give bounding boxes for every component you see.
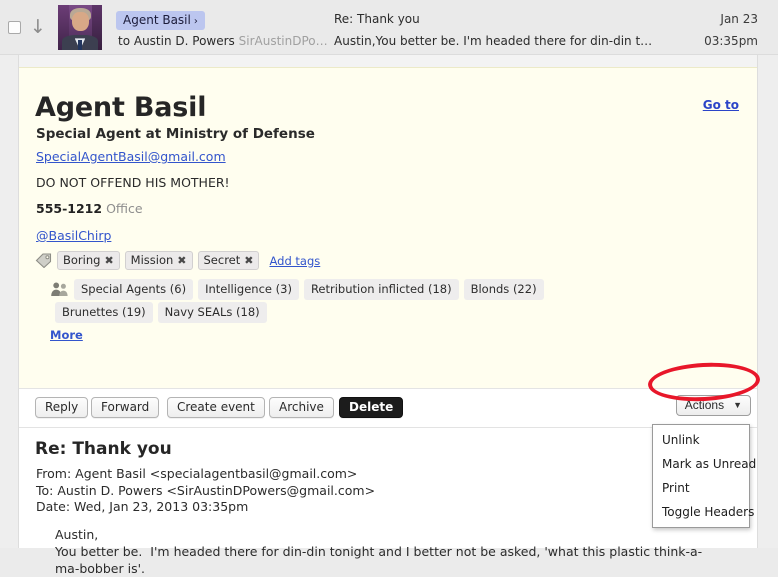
- add-tags-link[interactable]: Add tags: [269, 254, 320, 268]
- group-chip[interactable]: Special Agents (6): [74, 279, 194, 300]
- group-chip[interactable]: Retribution inflicted (18): [303, 279, 459, 300]
- group-chip[interactable]: Brunettes (19): [55, 302, 153, 323]
- row-date: Jan 23: [720, 12, 758, 26]
- chevron-right-icon: ›: [193, 16, 198, 27]
- phone-label: Office: [106, 201, 143, 216]
- row-checkbox[interactable]: [8, 21, 21, 34]
- message-body: Austin, You better be. I'm headed there …: [55, 527, 703, 576]
- tag-label: Boring: [63, 253, 101, 267]
- reply-button[interactable]: Reply: [35, 397, 89, 418]
- archive-button[interactable]: Archive: [269, 397, 334, 418]
- remove-tag-icon[interactable]: ✖: [104, 254, 113, 267]
- message-subject: Re: Thank you: [35, 439, 172, 459]
- message-headers: From: Agent Basil <specialagentbasil@gma…: [36, 466, 375, 516]
- sender-name: Agent Basil: [123, 13, 191, 27]
- message-to: To: Austin D. Powers <SirAustinDPowers@g…: [36, 482, 376, 498]
- tag-label: Mission: [130, 253, 174, 267]
- row-snippet[interactable]: Austin,You better be. I'm headed there f…: [334, 34, 652, 48]
- menu-item-mark-as-unread[interactable]: Mark as Unread: [653, 452, 756, 476]
- tag-row: Boring ✖ Mission ✖ Secret ✖ Add tags: [35, 251, 320, 270]
- contact-name: Agent Basil: [35, 92, 207, 123]
- more-link[interactable]: More: [50, 328, 83, 342]
- tag-chip[interactable]: Boring ✖: [57, 251, 120, 270]
- remove-tag-icon[interactable]: ✖: [177, 254, 186, 267]
- down-arrow-icon[interactable]: ↓: [30, 14, 46, 40]
- tag-icon: [35, 253, 52, 268]
- actions-label: Actions: [684, 398, 725, 412]
- group-row: Brunettes (19) Navy SEALs (18): [55, 302, 267, 323]
- menu-item-print[interactable]: Print: [653, 476, 749, 500]
- right-gutter: [758, 55, 778, 548]
- menu-item-toggle-headers[interactable]: Toggle Headers: [653, 500, 754, 524]
- message-from: From: Agent Basil <specialagentbasil@gma…: [36, 466, 358, 481]
- contact-title: Special Agent at Ministry of Defense: [36, 126, 315, 142]
- actions-dropdown-menu[interactable]: Unlink Mark as Unread Print Toggle Heade…: [652, 424, 756, 528]
- phone-number: 555-1212: [36, 201, 103, 216]
- group-row: Special Agents (6) Intelligence (3) Retr…: [74, 279, 544, 300]
- tag-label: Secret: [203, 253, 241, 267]
- recipient-address: SirAustinDPo…: [238, 34, 328, 48]
- contact-email-link[interactable]: SpecialAgentBasil@gmail.com: [36, 149, 226, 164]
- top-spacer: [19, 55, 757, 67]
- chevron-down-icon: ▼: [733, 400, 742, 410]
- tag-chip[interactable]: Mission ✖: [124, 251, 193, 270]
- forward-button[interactable]: Forward: [91, 397, 160, 418]
- action-toolbar: Reply Forward Create event Archive Delet…: [19, 389, 757, 428]
- group-chip[interactable]: Intelligence (3): [198, 279, 299, 300]
- group-icon: [50, 281, 70, 297]
- remove-tag-icon[interactable]: ✖: [244, 254, 253, 267]
- avatar: [58, 5, 102, 50]
- recipient-label: to Austin D. Powers: [118, 34, 235, 48]
- go-to-link[interactable]: Go to: [703, 98, 739, 112]
- tag-chip[interactable]: Secret ✖: [197, 251, 260, 270]
- group-chip[interactable]: Blonds (22): [463, 279, 544, 300]
- menu-item-unlink[interactable]: Unlink: [653, 428, 749, 452]
- left-gutter: [0, 55, 18, 548]
- row-time: 03:35pm: [704, 34, 758, 48]
- sender-pill[interactable]: Agent Basil ›: [116, 11, 205, 30]
- message-date: Date: Wed, Jan 23, 2013 03:35pm: [36, 499, 249, 514]
- row-subject[interactable]: Re: Thank you: [334, 12, 420, 26]
- contact-card: Go to Agent Basil Special Agent at Minis…: [19, 67, 757, 389]
- contact-note: DO NOT OFFEND HIS MOTHER!: [36, 175, 230, 190]
- delete-button[interactable]: Delete: [339, 397, 404, 418]
- page-body: Go to Agent Basil Special Agent at Minis…: [18, 55, 758, 576]
- create-event-button[interactable]: Create event: [167, 397, 265, 418]
- actions-button[interactable]: Actions ▼: [675, 395, 751, 416]
- message-list-row[interactable]: ↓ Agent Basil › to Austin D. Powers SirAu…: [0, 0, 778, 55]
- recipient-line: to Austin D. Powers SirAustinDPo…: [118, 34, 328, 48]
- contact-handle-link[interactable]: @BasilChirp: [36, 228, 111, 243]
- group-chip[interactable]: Navy SEALs (18): [157, 302, 267, 323]
- contact-phone: 555-1212 Office: [36, 201, 143, 216]
